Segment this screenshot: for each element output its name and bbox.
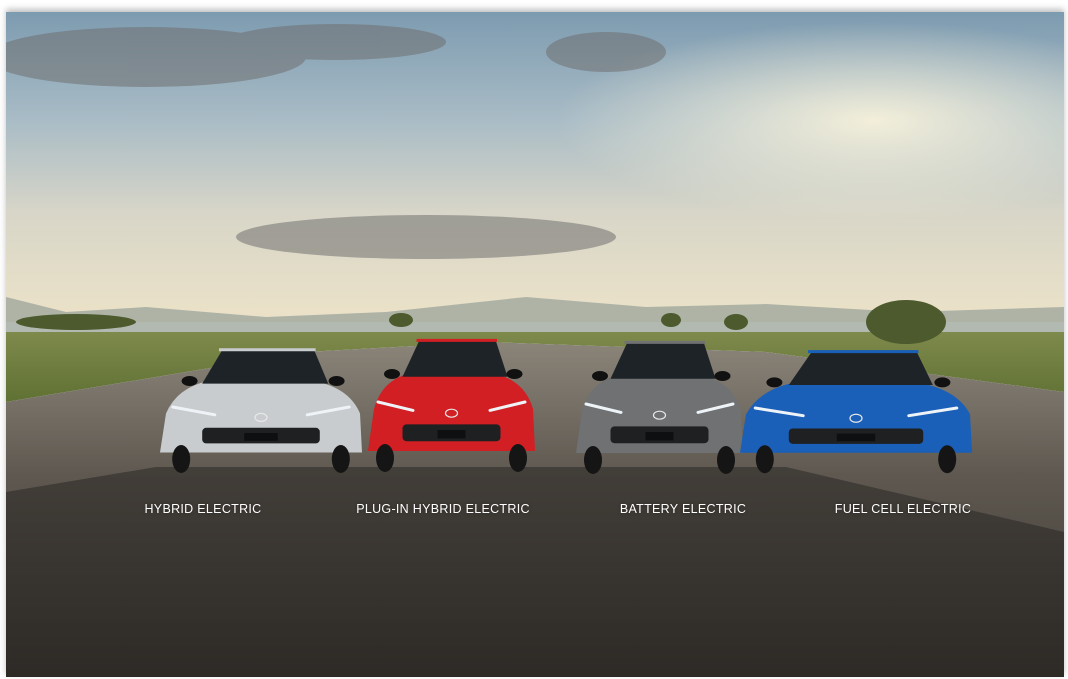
category-label-battery[interactable]: BATTERY ELECTRIC — [620, 502, 746, 516]
category-label-fuel-cell[interactable]: FUEL CELL ELECTRIC — [835, 502, 971, 516]
category-label-hybrid[interactable]: HYBRID ELECTRIC — [144, 502, 261, 516]
category-label-plug-in-hybrid[interactable]: PLUG-IN HYBRID ELECTRIC — [356, 502, 530, 516]
car-shadows — [6, 467, 1064, 677]
hero-image: HYBRID ELECTRIC PLUG-IN HYBRID ELECTRIC … — [6, 12, 1064, 677]
landscape-scene — [6, 12, 1064, 677]
